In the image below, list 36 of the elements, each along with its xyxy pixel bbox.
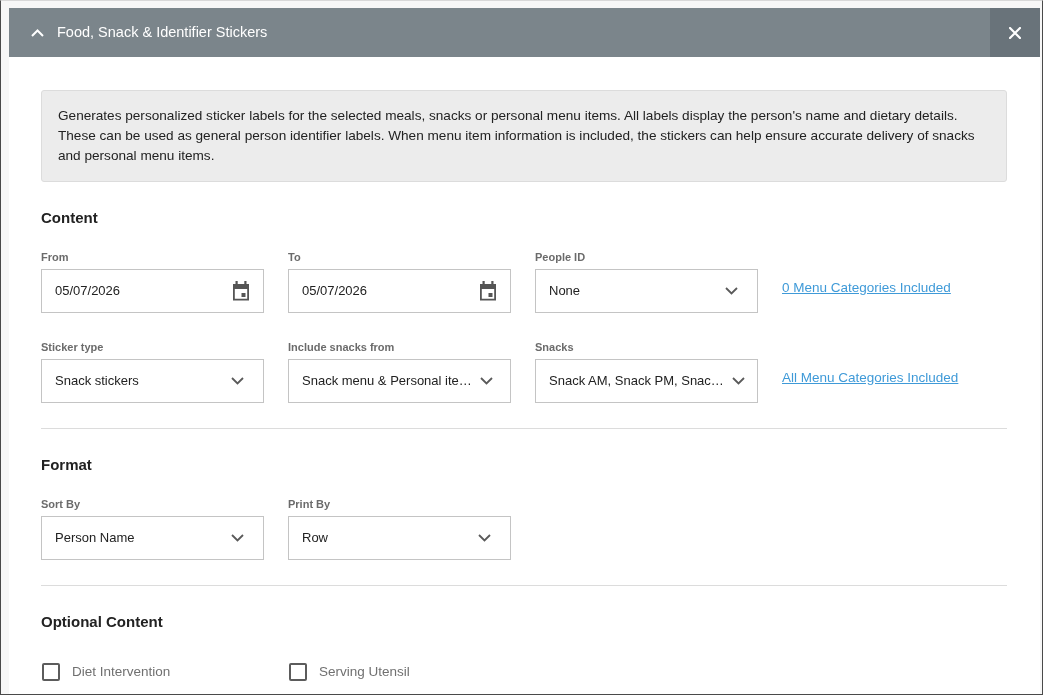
- field-label: From: [41, 250, 69, 264]
- field-label: People ID: [535, 250, 586, 264]
- field-label: Print By: [288, 497, 331, 511]
- date-field[interactable]: 05/07/2026: [288, 269, 511, 313]
- calendar-icon[interactable]: [232, 281, 250, 301]
- chevron-down-icon: [725, 287, 738, 295]
- field-label: Snacks: [535, 340, 574, 354]
- field-label: Sort By: [41, 497, 81, 511]
- dropdown[interactable]: Snack AM, Snack PM, Snac…: [535, 359, 758, 403]
- field-label: To: [288, 250, 301, 264]
- section-heading: Format: [41, 455, 92, 475]
- chevron-down-icon: [231, 534, 244, 542]
- calendar-icon[interactable]: [479, 281, 497, 301]
- section-heading: Content: [41, 208, 98, 228]
- section-heading: Optional Content: [41, 612, 163, 632]
- date-field[interactable]: 05/07/2026: [41, 269, 264, 313]
- dropdown[interactable]: Snack menu & Personal ite…: [288, 359, 511, 403]
- field-label: Sticker type: [41, 340, 104, 354]
- chevron-down-icon: [479, 377, 493, 385]
- close-button[interactable]: [990, 8, 1040, 57]
- chevron-down-icon: [478, 534, 491, 542]
- panel-title: Food, Snack & Identifier Stickers: [57, 22, 269, 42]
- dropdown[interactable]: Snack stickers: [41, 359, 264, 403]
- checkbox-label: Serving Utensil: [319, 663, 410, 681]
- dropdown[interactable]: Person Name: [41, 516, 264, 560]
- dropdown[interactable]: Row: [288, 516, 511, 560]
- chevron-up-icon[interactable]: [31, 28, 44, 37]
- checkbox-label: Diet Intervention: [72, 663, 171, 681]
- description-panel: Generates personalized sticker labels for the selected meals, snacks or personal menu items. All labels display the person's name and dietary details. These can be used as general person identifier labels. When menu item information is included, the stickers can help ensure accurate delivery of snacks and personal menu items.: [41, 90, 1007, 182]
- dropdown[interactable]: None: [535, 269, 758, 313]
- chevron-down-icon: [231, 377, 244, 385]
- checkbox[interactable]: [42, 663, 60, 682]
- checkbox[interactable]: [289, 663, 307, 682]
- chevron-down-icon: [731, 377, 745, 385]
- close-icon: [1009, 26, 1021, 39]
- field-label: Include snacks from: [288, 340, 395, 354]
